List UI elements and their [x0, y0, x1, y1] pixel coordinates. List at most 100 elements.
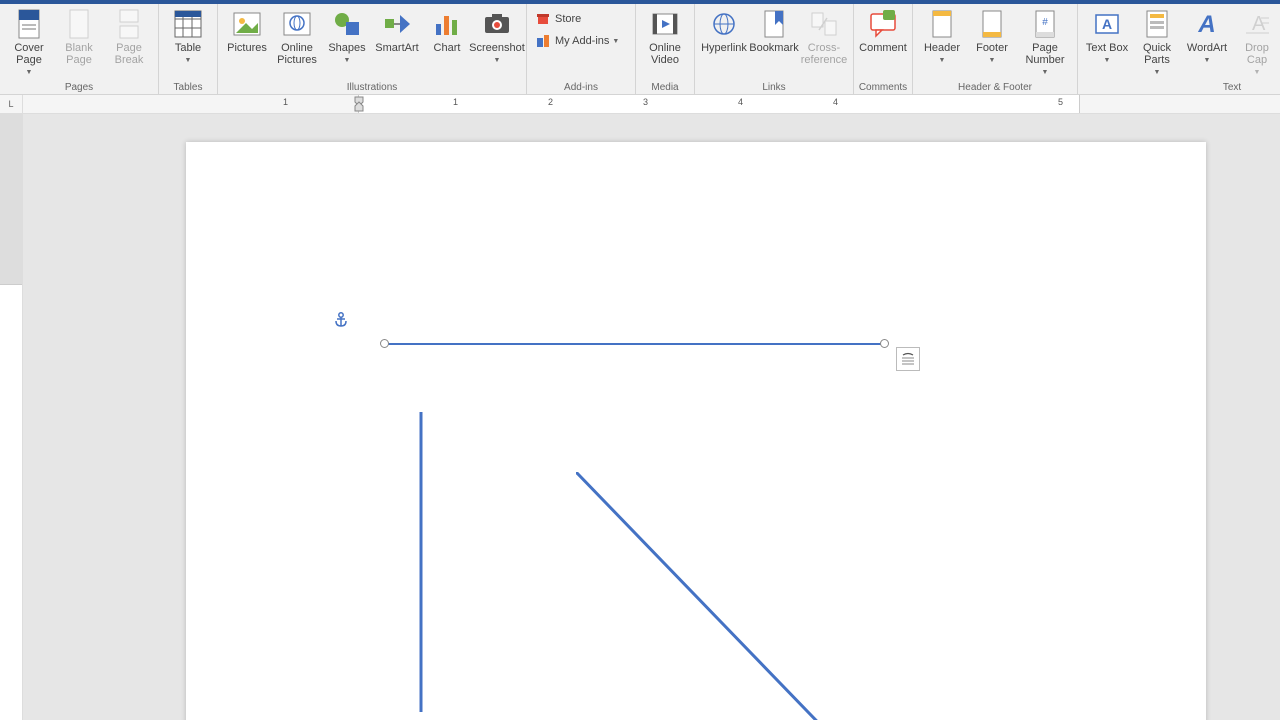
cover-page-button[interactable]: Cover Page▼ [4, 6, 54, 79]
page[interactable] [186, 142, 1206, 720]
chart-icon [431, 8, 463, 40]
footer-button[interactable]: Footer▼ [967, 6, 1017, 67]
pagenum-icon: # [1029, 8, 1061, 40]
group-comments: Comment Comments [854, 4, 913, 94]
smartart-button[interactable]: SmartArt [372, 6, 422, 54]
ruler-num: 4 [833, 97, 838, 107]
quickparts-icon [1141, 8, 1173, 40]
table-button[interactable]: Table▼ [163, 6, 213, 67]
page-break-button[interactable]: Page Break [104, 6, 154, 66]
footer-label: Footer [976, 42, 1008, 54]
crossref-icon [808, 8, 840, 40]
selection-handle[interactable] [380, 339, 389, 348]
table-icon [172, 8, 204, 40]
group-text-label: Text [1082, 80, 1280, 94]
horizontal-ruler-row: L 1 1 2 3 4 4 5 [0, 95, 1280, 114]
ruler-num: 2 [548, 97, 553, 107]
dropdown-icon: ▼ [1254, 67, 1261, 79]
crossref-label: Cross-reference [801, 42, 847, 66]
shape-line-horizontal[interactable] [384, 342, 884, 346]
selection-handle[interactable] [880, 339, 889, 348]
dropcap-icon: A [1241, 8, 1273, 40]
smartart-label: SmartArt [375, 42, 418, 54]
bookmark-label: Bookmark [749, 42, 799, 54]
pagenum-label: Page Number [1019, 42, 1071, 66]
workspace [0, 114, 1280, 720]
my-addins-button[interactable]: My Add-ins ▼ [531, 30, 631, 52]
wordart-label: WordArt [1187, 42, 1227, 54]
layout-options-icon [900, 352, 916, 366]
cover-page-icon [13, 8, 45, 40]
group-links-label: Links [699, 80, 849, 94]
cover-page-label: Cover Page [6, 42, 52, 66]
smartart-icon [381, 8, 413, 40]
shapes-button[interactable]: Shapes▼ [322, 6, 372, 67]
online-pictures-label: Online Pictures [274, 42, 320, 66]
group-illustrations-label: Illustrations [222, 80, 522, 94]
group-tables: Table▼ Tables [159, 4, 218, 94]
layout-options-button[interactable] [896, 347, 920, 371]
pictures-icon [231, 8, 263, 40]
comment-button[interactable]: Comment [858, 6, 908, 54]
dropdown-icon: ▼ [26, 67, 33, 79]
chart-button[interactable]: Chart [422, 6, 472, 54]
group-headerfooter: Header▼ Footer▼ # Page Number▼ Header & … [913, 4, 1078, 94]
ruler-num: 5 [1058, 97, 1063, 107]
dropdown-icon: ▼ [1204, 55, 1211, 67]
anchor-icon [334, 312, 348, 328]
header-button[interactable]: Header▼ [917, 6, 967, 67]
hyperlink-icon [708, 8, 740, 40]
wordart-button[interactable]: A WordArt▼ [1182, 6, 1232, 67]
shape-line-vertical[interactable] [419, 412, 423, 712]
header-label: Header [924, 42, 960, 54]
group-tables-label: Tables [163, 80, 213, 94]
online-video-button: Online Video [640, 6, 690, 66]
group-addins-label: Add-ins [531, 80, 631, 94]
textbox-icon: A [1091, 8, 1123, 40]
shape-line-diagonal[interactable] [576, 472, 866, 720]
dropdown-icon: ▼ [1042, 67, 1049, 79]
hyperlink-button[interactable]: Hyperlink [699, 6, 749, 54]
store-icon [535, 11, 551, 27]
page-number-button[interactable]: # Page Number▼ [1017, 6, 1073, 79]
quick-parts-button[interactable]: Quick Parts▼ [1132, 6, 1182, 79]
quickparts-label: Quick Parts [1134, 42, 1180, 66]
video-icon [649, 8, 681, 40]
ruler-num: 1 [453, 97, 458, 107]
group-media-label: Media [640, 80, 690, 94]
ruler-corner[interactable]: L [0, 95, 23, 113]
pictures-button[interactable]: Pictures [222, 6, 272, 54]
store-button[interactable]: Store [531, 8, 631, 30]
ruler-num: 3 [643, 97, 648, 107]
bookmark-button[interactable]: Bookmark [749, 6, 799, 54]
group-pages-label: Pages [4, 80, 154, 94]
drop-cap-button[interactable]: A Drop Cap▼ [1232, 6, 1280, 79]
dropdown-icon: ▼ [612, 38, 619, 45]
footer-icon [976, 8, 1008, 40]
horizontal-ruler[interactable]: 1 1 2 3 4 4 5 [23, 95, 1280, 113]
screenshot-icon [481, 8, 513, 40]
header-icon [926, 8, 958, 40]
cross-reference-button[interactable]: Cross-reference [799, 6, 849, 66]
document-area[interactable] [23, 114, 1280, 720]
group-comments-label: Comments [858, 80, 908, 94]
screenshot-button[interactable]: Screenshot▼ [472, 6, 522, 67]
online-pictures-button[interactable]: Online Pictures [272, 6, 322, 66]
dropdown-icon: ▼ [939, 55, 946, 67]
group-pages: Cover Page▼ Blank Page Page Break Pages [0, 4, 159, 94]
screenshot-label: Screenshot [469, 42, 525, 54]
vertical-ruler[interactable] [0, 114, 23, 720]
text-box-button[interactable]: A Text Box▼ [1082, 6, 1132, 67]
svg-text:A: A [1102, 16, 1112, 32]
indent-marker-icon[interactable] [354, 96, 366, 112]
shapes-icon [331, 8, 363, 40]
online-video-label: Online Video [642, 42, 688, 66]
group-addins: Store My Add-ins ▼ Add-ins [527, 4, 636, 94]
chart-label: Chart [434, 42, 461, 54]
online-pictures-icon [281, 8, 313, 40]
blank-page-label: Blank Page [56, 42, 102, 66]
pictures-label: Pictures [227, 42, 267, 54]
page-break-icon [113, 8, 145, 40]
blank-page-button[interactable]: Blank Page [54, 6, 104, 66]
dropcap-label: Drop Cap [1234, 42, 1280, 66]
